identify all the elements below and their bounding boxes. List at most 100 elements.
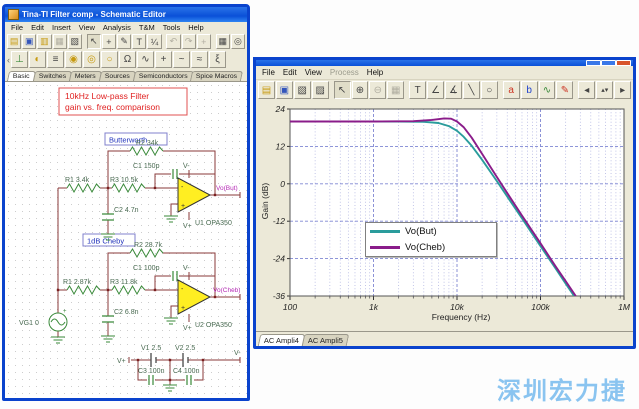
vo-cheb-swatch [370,246,400,249]
undo-button[interactable]: ↶ [166,34,180,49]
battery-component[interactable]: ◐ [29,51,46,68]
battery2-component[interactable]: ≡ [47,51,64,68]
paste-button[interactable]: ▧ [68,34,82,49]
grid-toggle[interactable]: ▦ [387,81,404,99]
color-picker-button[interactable]: ✎ [556,81,573,99]
plot-window: File Edit View Process Help ▤ ▣ ▧ ▨ ↖ ⊕ … [253,57,636,349]
grid-toggle[interactable]: ▦ [216,34,230,49]
toolbar-separator [499,83,502,97]
annotation-note[interactable]: 10kHz Low-pass Filter gain vs. freq. com… [59,88,187,115]
voltage-generator-component[interactable]: ◎ [83,51,100,68]
ground-component[interactable]: ⊥ [11,51,28,68]
tab-basic[interactable]: Basic [7,71,36,81]
title-bar[interactable] [256,60,633,66]
x-axis-title: Frequency (Hz) [386,312,536,322]
node-component[interactable]: + [155,51,172,68]
axis-tool[interactable]: ∠ [427,81,444,99]
schematic-drawing: 10kHz Low-pass Filter gain vs. freq. com… [5,82,247,395]
tab-switches[interactable]: Switches [33,71,72,81]
tab-meters[interactable]: Meters [69,71,102,81]
pan-left-button[interactable]: ◂ [578,81,595,99]
menu-edit[interactable]: Edit [279,67,301,78]
plot-toolbar: ▤ ▣ ▧ ▨ ↖ ⊕ ⊖ ▦ T ∠ ∡ ╲ ○ a b ∿ ✎ ◂ ▴▾ ▸ [256,80,633,100]
menu-help[interactable]: Help [184,22,207,33]
v2-label: V2 2.5 [175,345,195,352]
save-button[interactable]: ▣ [22,34,36,49]
text-tool[interactable]: T [132,34,146,49]
schematic-editor-window: Tina-TI Filter comp - Schematic Editor F… [2,4,250,401]
copy-button[interactable]: ▧ [294,81,311,99]
open-button[interactable]: ▤ [7,34,21,49]
voltage-source-component[interactable]: ◉ [65,51,82,68]
toolbar-separator [405,83,408,97]
desktop: Tina-TI Filter comp - Schematic Editor F… [0,0,639,409]
log-axis-tool[interactable]: ∡ [445,81,462,99]
measure-tool[interactable]: ¼ [147,34,161,49]
close-button[interactable] [616,60,631,66]
potentiometer-component[interactable]: ≈ [191,51,208,68]
tab-spice-macros[interactable]: Spice Macros [190,71,243,81]
svg-text:+: + [181,305,185,312]
current-source-component[interactable]: ○ [101,51,118,68]
standard-toolbar: ▤ ▣ ▥ ▦ ▧ ↖ + ✎ T ¼ ↶ ↷ + ▦ ◎ [5,33,247,50]
r3b-label: R3 11.8k [110,279,138,286]
toolbar-separator [574,83,577,97]
zoom-out-button[interactable]: ⊖ [369,81,386,99]
schematic-canvas[interactable]: 10kHz Low-pass Filter gain vs. freq. com… [5,81,247,398]
component-tab-bar: Basic Switches Meters Sources Semiconduc… [5,69,247,81]
menu-view[interactable]: View [301,67,326,78]
coil-component[interactable]: ξ [209,51,226,68]
tab-semiconductors[interactable]: Semiconductors [132,71,193,81]
svg-text:10k: 10k [450,302,464,312]
opamp-u1[interactable]: - + [178,178,210,212]
export-button[interactable]: ▥ [37,34,51,49]
menu-tools[interactable]: Tools [159,22,185,33]
menu-analysis[interactable]: Analysis [99,22,135,33]
maximize-button[interactable] [601,60,616,66]
add-curve-button[interactable]: ∿ [539,81,556,99]
pan-right-button[interactable]: ▸ [614,81,631,99]
tab-ac-ampli5[interactable]: AC Ampli5 [302,334,350,346]
spin-buttons[interactable]: ▴▾ [596,81,613,99]
minimize-button[interactable] [586,60,601,66]
paste-button[interactable]: ▨ [312,81,329,99]
cursor-a-tool[interactable]: a [503,81,520,99]
add-button[interactable]: + [197,34,211,49]
zoom-button[interactable]: ◎ [231,34,245,49]
pointer-tool[interactable]: ↖ [87,34,101,49]
menu-help[interactable]: Help [363,67,387,78]
jumper-component[interactable]: ~ [173,51,190,68]
redo-button[interactable]: ↷ [182,34,196,49]
menu-file[interactable]: File [7,22,27,33]
pen-tool[interactable]: ✎ [117,34,131,49]
title-bar[interactable]: Tina-TI Filter comp - Schematic Editor [5,7,247,22]
save-button[interactable]: ▣ [276,81,293,99]
menu-edit[interactable]: Edit [27,22,48,33]
copy-button[interactable]: ▦ [53,34,67,49]
svg-text:12: 12 [276,141,286,151]
r2b-label: R2 28.7k [134,242,163,249]
menu-view[interactable]: View [75,22,99,33]
zoom-in-button[interactable]: ⊕ [352,81,369,99]
cursor-b-tool[interactable]: b [521,81,538,99]
opamp-u2[interactable]: - + [178,280,210,314]
menu-tm[interactable]: T&M [135,22,159,33]
r1b-label: R1 2.87k [63,279,92,286]
u1-label: U1 OPA350 [195,220,232,227]
inductor-component[interactable]: ∿ [137,51,154,68]
text-tool[interactable]: T [409,81,426,99]
tab-ac-ampli4[interactable]: AC Ampli4 [258,334,306,346]
svg-text:1k: 1k [369,302,379,312]
menu-insert[interactable]: Insert [48,22,75,33]
legend[interactable]: Vo(But) Vo(Cheb) [365,222,497,257]
pointer-tool[interactable]: ↖ [334,81,351,99]
tab-sources[interactable]: Sources [99,71,136,81]
menu-file[interactable]: File [258,67,279,78]
toolbar-separator [212,35,215,49]
component-scroll-left[interactable]: ‹ [7,55,10,65]
probe-tool[interactable]: + [102,34,116,49]
ellipse-tool[interactable]: ○ [481,81,498,99]
open-button[interactable]: ▤ [258,81,275,99]
resistor-component[interactable]: Ω [119,51,136,68]
line-tool[interactable]: ╲ [463,81,480,99]
